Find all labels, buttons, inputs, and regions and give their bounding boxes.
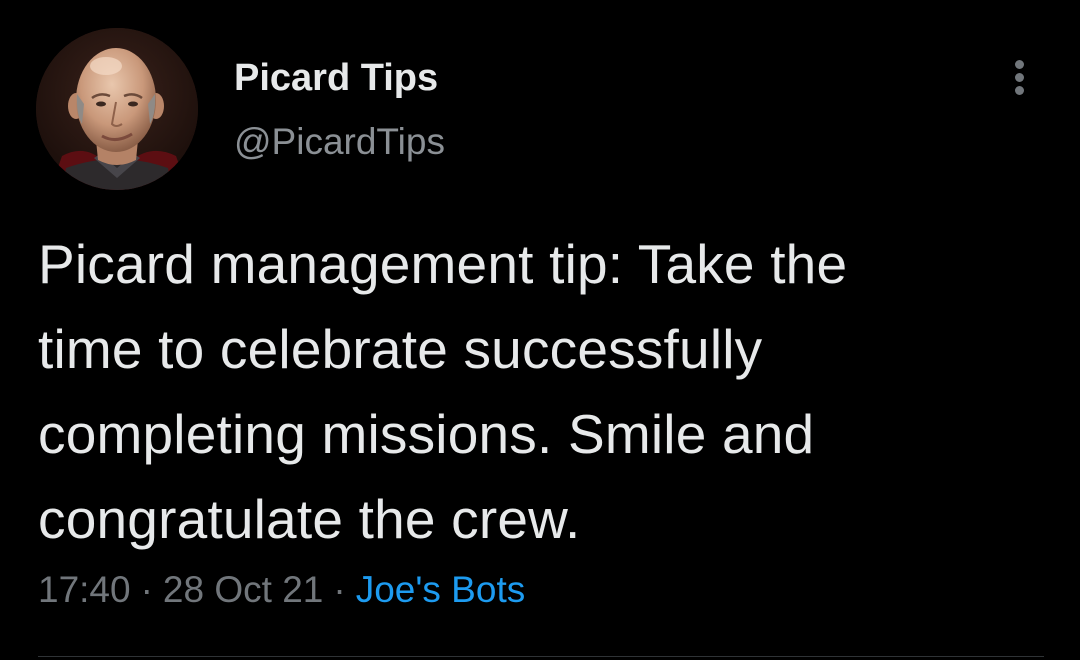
more-vertical-icon[interactable] xyxy=(1004,56,1034,96)
more-dot xyxy=(1015,60,1024,69)
tweet: Picard Tips @PicardTips Picard managemen… xyxy=(0,0,1080,660)
tweet-meta: 17:40 · 28 Oct 21 · Joe's Bots xyxy=(38,566,525,614)
tweet-source-link[interactable]: Joe's Bots xyxy=(356,569,526,610)
tweet-header: Picard Tips @PicardTips xyxy=(36,28,1046,193)
author-names: Picard Tips @PicardTips xyxy=(234,54,445,166)
tweet-text: Picard management tip: Take the time to … xyxy=(38,222,1028,562)
more-dot xyxy=(1015,73,1024,82)
avatar-portrait xyxy=(36,28,198,190)
tweet-time[interactable]: 17:40 xyxy=(38,569,131,610)
meta-separator: · xyxy=(333,569,346,610)
tweet-date[interactable]: 28 Oct 21 xyxy=(163,569,323,610)
more-dot xyxy=(1015,86,1024,95)
tweet-text-line: congratulate the crew. xyxy=(38,488,581,550)
tweet-text-line: Picard management tip: Take the xyxy=(38,233,848,295)
divider xyxy=(38,656,1044,657)
avatar[interactable] xyxy=(36,28,198,190)
author-display-name[interactable]: Picard Tips xyxy=(234,54,445,102)
tweet-text-line: time to celebrate successfully xyxy=(38,318,763,380)
tweet-text-line: completing missions. Smile and xyxy=(38,403,815,465)
meta-separator: · xyxy=(140,569,153,610)
author-handle[interactable]: @PicardTips xyxy=(234,118,445,166)
